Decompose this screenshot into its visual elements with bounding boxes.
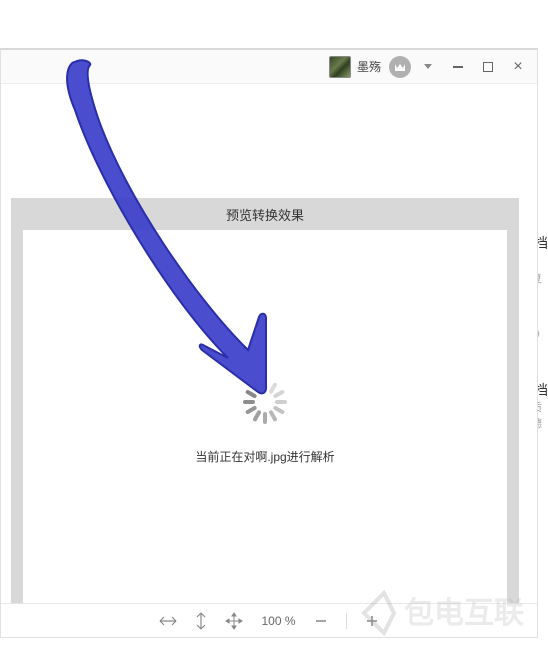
user-avatar[interactable] [329,56,351,78]
preview-panel: 预览转换效果 当前正在对啊.jpg进行解析 [11,198,519,632]
zoom-level-label: 100 % [261,614,295,628]
zoom-out-button[interactable] [314,614,328,628]
preview-pane: 当前正在对啊.jpg进行解析 [23,230,507,620]
toolbar-separator [346,613,347,629]
titlebar: 墨殇 × [1,50,537,84]
fit-height-button[interactable] [195,612,207,630]
username-label: 墨殇 [357,58,381,75]
pan-button[interactable] [225,612,243,630]
preview-panel-title: 预览转换效果 [11,198,519,230]
fit-width-button[interactable] [159,615,177,627]
maximize-button[interactable] [475,55,501,79]
zoom-in-button[interactable] [365,614,379,628]
minimize-button[interactable] [445,55,471,79]
zoom-toolbar: 100 % [1,603,537,637]
loading-spinner-icon [241,378,289,426]
app-window: 墨殇 × 预览转换效果 当前正在对啊.jpg进行解析 [0,48,538,638]
dropdown-button[interactable] [415,55,441,79]
close-button[interactable]: × [505,55,531,79]
crown-icon[interactable] [389,56,411,78]
loading-status-text: 当前正在对啊.jpg进行解析 [23,448,507,465]
